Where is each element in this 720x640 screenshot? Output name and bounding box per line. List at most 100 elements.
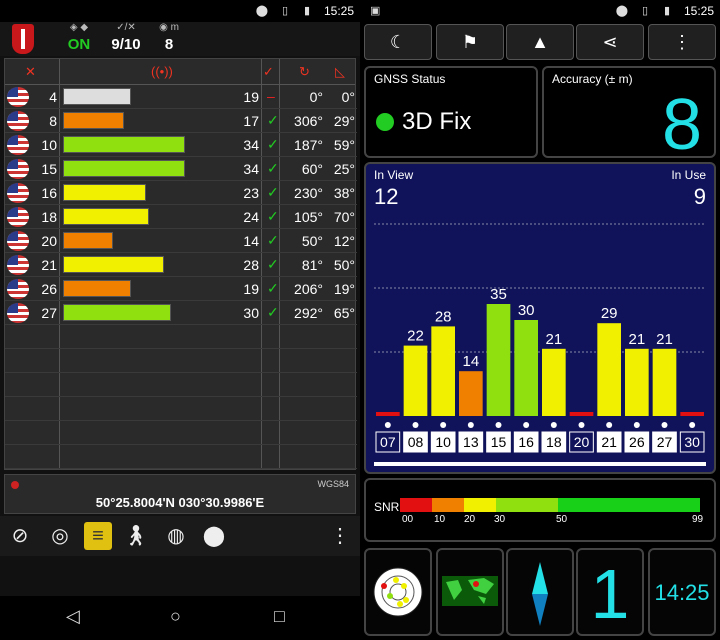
app-logo-icon[interactable] [12,24,34,54]
table-row[interactable]: 10 34 ✓ 187° 59° [5,133,357,157]
home-icon[interactable]: ○ [170,606,181,627]
chart-bar [569,412,594,416]
snr-bar [63,160,185,177]
status-time: 15:25 [323,4,354,18]
sats-used-label: 9/10 [111,36,141,53]
altitude-label: 8 [164,36,174,53]
table-row[interactable]: 8 17 ✓ 306° 29° [5,109,357,133]
category-label: 21 [601,434,617,450]
usa-flag-icon [7,111,29,131]
table-row[interactable]: 21 28 ✓ 81° 50° [5,253,357,277]
sat-prn: 21 [41,257,57,273]
snr-bar [63,208,149,225]
sat-dot [412,422,419,428]
more-icon[interactable]: ⋮ [648,24,716,60]
more-icon[interactable]: ⋮ [326,522,354,550]
left-app-panel: ⬤ ▯ ▮ 15:25 ◈ ◆ ON ✓/✕ 9/10 ◉ m 8 ✕ ((•)… [0,0,360,640]
radar-tile[interactable] [364,548,432,636]
used-check-icon: ✓ [267,160,279,176]
snr-bar [63,304,171,321]
table-row[interactable]: 27 30 ✓ 292° 65° [5,301,357,325]
coordinates-value[interactable]: 50°25.8004'N 030°30.9986'E [5,495,355,510]
table-row[interactable]: 18 24 ✓ 105° 70° [5,205,357,229]
chart-underline [374,462,706,466]
chart-bar [625,348,649,416]
app-header: ◈ ◆ ON ✓/✕ 9/10 ◉ m 8 [0,22,360,56]
bar-value-label: 28 [435,308,452,325]
sat-prn: 27 [41,305,57,321]
altitude-icon: ◉ m [159,22,179,33]
compass-tile[interactable] [506,548,574,636]
usa-flag-icon [7,87,29,107]
sat-snr: 17 [243,113,259,129]
accuracy-value: 8 [661,85,702,165]
chart-bar [403,345,428,416]
moon-icon[interactable]: ☾ [364,24,432,60]
back-icon[interactable]: ◁ [66,606,80,627]
sat-snr: 30 [243,305,259,321]
snr-bar-chart: 07 22 08 28 10 14 13 35 15 30 16 21 18 20 29 21 21 26 21 27… [374,223,706,466]
used-check-icon: ✓ [267,136,279,152]
used-check-icon: ✓ [267,256,279,272]
sat-azimuth: 187° [294,137,323,153]
chart-bar [514,320,538,416]
walk-icon[interactable]: 🚶︎ [122,522,150,550]
satellite-table: ✕ ((•)) ✓ ↻ ◺ 4 19–0° 0° 8 17 ✓ 306° 29° 10 34 ✓ 18… [4,58,357,470]
sat-azimuth: 60° [301,161,323,177]
sat-elevation: 38° [333,185,355,201]
pin-icon[interactable]: ⬤ [200,522,228,550]
compass-icon[interactable]: ⊘ [6,522,34,550]
table-row[interactable]: 4 19– 0° 0° [5,85,357,109]
bar-value-label: 22 [407,328,424,345]
navigate-icon[interactable]: ▲ [506,24,574,60]
accuracy-title: Accuracy (± m) [552,72,633,86]
table-row[interactable]: 16 23 ✓ 230° 38° [5,181,357,205]
snr-title: SNR [374,500,400,514]
snr-scale-lightgreen [496,498,558,512]
empty-row [5,325,357,349]
clock-tile[interactable]: 14:25 [648,548,716,636]
snr-scale-green [558,498,700,512]
status-bar: ⬤ ▯ ▮ 15:25 [0,0,360,22]
snr-bar [63,280,131,297]
empty-row [5,421,357,445]
sat-prn: 20 [41,233,57,249]
status-icon: ◈ ◆ [69,22,89,33]
location-icon: ⬤ [615,5,628,17]
bar-value-label: 21 [545,331,562,348]
recents-icon[interactable]: □ [274,606,285,627]
altitude: ◉ m 8 [156,22,182,53]
sat-dot [384,422,391,428]
sat-prn: 18 [41,209,57,225]
gnss-status-box: GNSS Status 3D Fix [364,66,538,158]
used-check-icon: ✓ [267,280,279,296]
person-flag-icon[interactable]: ⚑ [436,24,504,60]
table-icon[interactable]: ≡ [84,522,112,550]
snr-bar [63,112,124,129]
sat-snr: 23 [243,185,259,201]
empty-row [5,397,357,421]
globe-icon[interactable]: ◍ [162,522,190,550]
usa-flag-icon [7,135,29,155]
table-row[interactable]: 20 14 ✓ 50° 12° [5,229,357,253]
map-tile[interactable] [436,548,504,636]
used-icon: ✓ [263,64,274,79]
bar-value-label: 21 [656,331,673,348]
sat-elevation: 50° [333,257,355,273]
sat-snr: 34 [243,161,259,177]
snr-bar [63,88,131,105]
category-label: 16 [518,434,534,450]
accuracy-box: Accuracy (± m) 8 [542,66,716,165]
snr-tick: 50 [556,514,568,525]
gnss-title: GNSS Status [374,72,446,86]
usa-flag-icon [7,207,29,227]
number-tile[interactable]: 1 [576,548,644,636]
chart-bar [680,412,704,416]
table-row[interactable]: 26 19 ✓ 206° 19° [5,277,357,301]
category-label: 30 [684,434,700,450]
usa-flag-icon [7,279,29,299]
radar-icon[interactable]: ◎ [46,522,74,550]
gps-status: ◈ ◆ ON [62,22,96,53]
table-row[interactable]: 15 34 ✓ 60° 25° [5,157,357,181]
share-icon[interactable]: ⋖ [576,24,644,60]
